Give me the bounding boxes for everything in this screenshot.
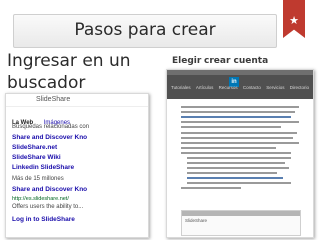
result-line: Búsquedas relacionadas con bbox=[12, 124, 90, 130]
slide-title: Pasos para crear bbox=[74, 20, 216, 40]
result-link[interactable]: Share and Discover Kno bbox=[12, 134, 87, 141]
step-elegir-label: Elegir bbox=[172, 56, 202, 66]
result-line: Offers users the ability to... bbox=[12, 204, 84, 210]
step-heading: Ingresar en un buscador bbox=[7, 51, 131, 93]
embed-toolbar bbox=[182, 211, 300, 216]
title-banner: Pasos para crear bbox=[13, 14, 277, 48]
nav-item[interactable]: Servicios bbox=[266, 85, 284, 90]
search-logo-bar: SlideShare bbox=[6, 94, 148, 107]
nav-item[interactable]: Directorio bbox=[290, 85, 309, 90]
slideshare-logo: SlideShare bbox=[36, 96, 71, 103]
result-link[interactable]: Linkedin SlideShare bbox=[12, 164, 74, 171]
embedded-presentation[interactable]: SlideShare bbox=[181, 210, 301, 236]
star-icon: ★ bbox=[289, 14, 299, 27]
site-nav: Tutoriales Artículos Recursos Contacto S… bbox=[171, 85, 309, 90]
result-link[interactable]: SlideShare Wiki bbox=[12, 154, 61, 161]
result-line: Más de 15 millones bbox=[12, 176, 64, 182]
nav-item[interactable]: Tutoriales bbox=[171, 85, 191, 90]
article-screenshot: in Tutoriales Artículos Recursos Contact… bbox=[166, 69, 314, 238]
result-link[interactable]: Share and Discover Kno bbox=[12, 186, 87, 193]
step-crear-cuenta-label: crear cuenta bbox=[204, 56, 269, 66]
nav-item[interactable]: Recursos bbox=[219, 85, 238, 90]
result-url: http://es.slideshare.net/ bbox=[12, 196, 69, 202]
embed-title: SlideShare bbox=[185, 218, 208, 223]
result-link[interactable]: Log in to SlideShare bbox=[12, 216, 75, 223]
nav-item[interactable]: Artículos bbox=[196, 85, 214, 90]
search-results-screenshot: SlideShare La Web Imágenes Búsquedas rel… bbox=[5, 93, 149, 238]
article-text bbox=[181, 106, 299, 192]
nav-item[interactable]: Contacto bbox=[243, 85, 261, 90]
result-link[interactable]: SlideShare.net bbox=[12, 144, 57, 151]
